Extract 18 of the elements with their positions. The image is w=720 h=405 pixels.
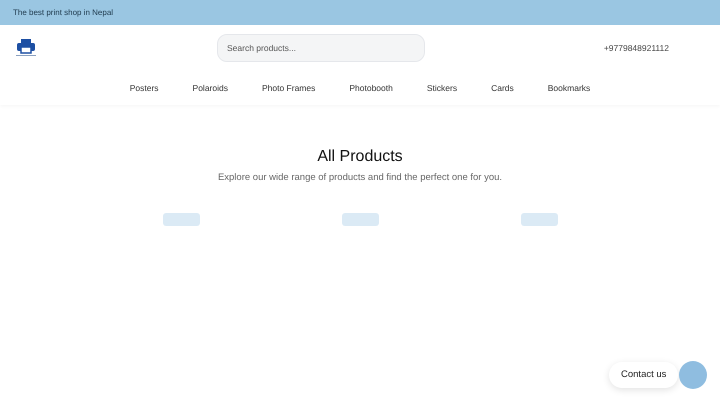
nav-link[interactable]: Polaroids bbox=[192, 82, 228, 94]
search-field[interactable]: Search products... bbox=[217, 34, 425, 62]
printer-logo-icon bbox=[15, 39, 37, 57]
nav-link[interactable]: Photobooth bbox=[349, 82, 393, 94]
product-tag bbox=[342, 213, 378, 226]
product-tag bbox=[162, 213, 200, 226]
announcement-text: The best print shop in Nepal bbox=[13, 6, 114, 18]
page-subtitle: Explore our wide range of products and find the perfect one for you. bbox=[218, 171, 502, 185]
chat-avatar-icon[interactable] bbox=[679, 361, 707, 389]
nav-link[interactable]: Bookmarks bbox=[548, 82, 590, 94]
nav-link[interactable]: Cards bbox=[491, 82, 514, 94]
nav-link[interactable]: Posters bbox=[130, 82, 159, 94]
phone-number: +9779848921112 bbox=[604, 42, 669, 54]
page-title: All Products bbox=[317, 147, 403, 167]
contact-button[interactable]: Contact us bbox=[609, 362, 678, 388]
product-tag bbox=[520, 213, 558, 226]
nav-link[interactable]: Photo Frames bbox=[262, 82, 316, 94]
nav-link[interactable]: Stickers bbox=[426, 82, 458, 94]
